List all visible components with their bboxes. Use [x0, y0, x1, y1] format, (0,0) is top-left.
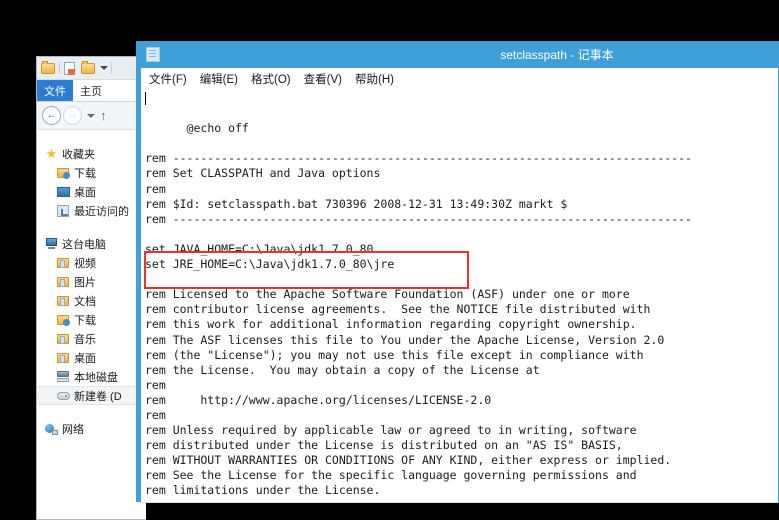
star-icon: ★ [45, 146, 58, 161]
text-editor[interactable]: @echo off rem --------------------------… [141, 89, 778, 502]
tree-item-label: 图片 [74, 276, 96, 289]
desktop-icon [57, 185, 70, 198]
tree-item-label: 这台电脑 [62, 238, 106, 251]
notepad-titlebar[interactable]: setclasspath - 记事本 [136, 41, 778, 68]
network-icon [45, 422, 58, 435]
editor-content: @echo off rem --------------------------… [145, 121, 692, 498]
tree-item-label: 音乐 [74, 333, 96, 346]
tree-item-local-disk[interactable]: 本地磁盘 [37, 367, 146, 386]
menu-view[interactable]: 查看(V) [304, 71, 342, 87]
tree-item-label: 文档 [74, 295, 96, 308]
tree-item-desktop[interactable]: 桌面 [37, 182, 146, 201]
tree-item-this-pc[interactable]: 这台电脑 [37, 234, 146, 253]
tree-item-label: 收藏夹 [62, 148, 95, 161]
folder-icon[interactable] [81, 61, 96, 75]
navigation-tree[interactable]: ★ 收藏夹 下载 桌面 最近访问的 这台电脑 视频 图片 文档 下载 音乐 桌面… [37, 130, 146, 519]
forward-arrow-icon[interactable]: → [63, 106, 82, 125]
tree-item-label: 下载 [74, 167, 96, 180]
volume-icon [57, 389, 70, 402]
folder-documents-icon [57, 294, 70, 307]
file-explorer-window[interactable]: 文件 主页 ← → ↑ ★ 收藏夹 下载 桌面 最近访问的 这台电脑 视频 图片… [36, 56, 146, 520]
notepad-body: @echo off rem --------------------------… [136, 89, 778, 502]
tree-item-recent-places[interactable]: 最近访问的 [37, 201, 146, 220]
tree-item-label: 新建卷 (D [74, 390, 122, 403]
text-caret [145, 92, 146, 105]
tree-item-pictures[interactable]: 图片 [37, 272, 146, 291]
folder-music-icon [57, 332, 70, 345]
tab-home[interactable]: 主页 [73, 80, 109, 101]
up-arrow-icon[interactable]: ↑ [100, 109, 107, 122]
tree-item-downloads[interactable]: 下载 [37, 163, 146, 182]
quick-access-toolbar[interactable] [37, 57, 146, 80]
folder-pictures-icon [57, 275, 70, 288]
tab-file[interactable]: 文件 [37, 80, 73, 101]
folder-desktop-icon [57, 351, 70, 364]
recent-places-icon [57, 204, 70, 217]
tree-item-label: 最近访问的 [74, 205, 129, 218]
notepad-window[interactable]: setclasspath - 记事本 文件(F) 编辑(E) 格式(O) 查看(… [136, 41, 779, 503]
tree-item-videos[interactable]: 视频 [37, 253, 146, 272]
tree-item-label: 视频 [74, 257, 96, 270]
folder-icon[interactable] [41, 61, 56, 75]
new-file-icon[interactable] [63, 61, 78, 75]
recent-locations-caret-icon[interactable] [87, 113, 95, 118]
menu-edit[interactable]: 编辑(E) [200, 71, 238, 87]
folder-download-icon [57, 166, 70, 179]
toolbar-separator [59, 62, 60, 74]
tree-item-label: 下载 [74, 314, 96, 327]
tree-item-network[interactable]: 网络 [37, 419, 146, 438]
customize-caret-icon[interactable] [100, 66, 108, 70]
tree-item-label: 桌面 [74, 352, 96, 365]
back-arrow-icon[interactable]: ← [42, 106, 61, 125]
tree-item-downloads-pc[interactable]: 下载 [37, 310, 146, 329]
window-title: setclasspath - 记事本 [500, 48, 614, 62]
toolbar-separator [111, 62, 112, 74]
menu-format[interactable]: 格式(O) [251, 71, 291, 87]
hard-disk-icon [57, 370, 70, 383]
menu-bar[interactable]: 文件(F) 编辑(E) 格式(O) 查看(V) 帮助(H) [136, 68, 778, 89]
tree-item-favorites[interactable]: ★ 收藏夹 [37, 144, 146, 163]
navigation-bar[interactable]: ← → ↑ [37, 102, 146, 130]
this-pc-icon [45, 237, 58, 250]
tree-item-label: 桌面 [74, 186, 96, 199]
tree-item-documents[interactable]: 文档 [37, 291, 146, 310]
ribbon-tab-bar[interactable]: 文件 主页 [37, 80, 146, 102]
menu-help[interactable]: 帮助(H) [355, 71, 394, 87]
tree-item-music[interactable]: 音乐 [37, 329, 146, 348]
menu-file[interactable]: 文件(F) [149, 71, 187, 87]
tree-item-label: 本地磁盘 [74, 371, 118, 384]
folder-download-icon [57, 313, 70, 326]
tree-item-desktop-pc[interactable]: 桌面 [37, 348, 146, 367]
tree-group-spacer [37, 220, 146, 234]
tree-item-new-volume[interactable]: 新建卷 (D [37, 386, 146, 405]
tree-group-spacer [37, 405, 146, 419]
folder-videos-icon [57, 256, 70, 269]
tree-item-label: 网络 [62, 423, 84, 436]
